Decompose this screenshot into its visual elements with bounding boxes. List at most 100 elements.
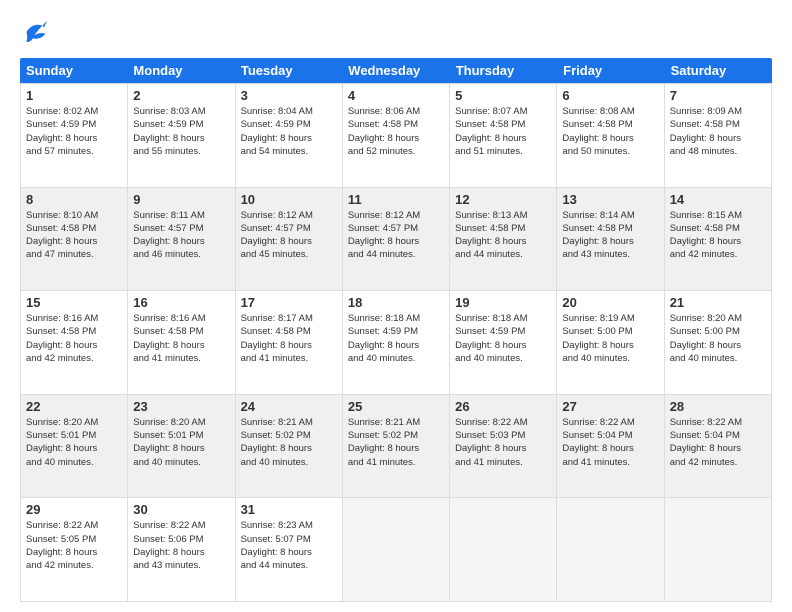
header-day-sunday: Sunday bbox=[20, 58, 127, 83]
day-number-22: 22 bbox=[26, 399, 122, 414]
header-day-wednesday: Wednesday bbox=[342, 58, 449, 83]
day-2-details: Sunrise: 8:03 AMSunset: 4:59 PMDaylight:… bbox=[133, 105, 229, 158]
day-number-31: 31 bbox=[241, 502, 337, 517]
day-25: 25 Sunrise: 8:21 AMSunset: 5:02 PMDayligh… bbox=[343, 395, 450, 498]
day-number-5: 5 bbox=[455, 88, 551, 103]
day-number-29: 29 bbox=[26, 502, 122, 517]
week-row-4: 22 Sunrise: 8:20 AMSunset: 5:01 PMDayligh… bbox=[21, 394, 772, 498]
day-5-details: Sunrise: 8:07 AMSunset: 4:58 PMDaylight:… bbox=[455, 105, 551, 158]
day-24: 24 Sunrise: 8:21 AMSunset: 5:02 PMDayligh… bbox=[236, 395, 343, 498]
day-13-details: Sunrise: 8:14 AMSunset: 4:58 PMDaylight:… bbox=[562, 209, 658, 262]
day-30-details: Sunrise: 8:22 AMSunset: 5:06 PMDaylight:… bbox=[133, 519, 229, 572]
day-number-21: 21 bbox=[670, 295, 766, 310]
day-number-26: 26 bbox=[455, 399, 551, 414]
day-20: 20Sunrise: 8:19 AMSunset: 5:00 PMDayligh… bbox=[557, 291, 664, 394]
week-row-2: 8Sunrise: 8:10 AMSunset: 4:58 PMDaylight… bbox=[21, 187, 772, 291]
week-row-5: 29 Sunrise: 8:22 AMSunset: 5:05 PMDayligh… bbox=[21, 497, 772, 601]
day-number-10: 10 bbox=[241, 192, 337, 207]
day-number-7: 7 bbox=[670, 88, 766, 103]
day-30: 30 Sunrise: 8:22 AMSunset: 5:06 PMDayligh… bbox=[128, 498, 235, 601]
day-21-details: Sunrise: 8:20 AMSunset: 5:00 PMDaylight:… bbox=[670, 312, 766, 365]
day-9-details: Sunrise: 8:11 AMSunset: 4:57 PMDaylight:… bbox=[133, 209, 229, 262]
day-24-details: Sunrise: 8:21 AMSunset: 5:02 PMDaylight:… bbox=[241, 416, 337, 469]
week-row-1: 1Sunrise: 8:02 AMSunset: 4:59 PMDaylight… bbox=[21, 83, 772, 187]
day-9: 9 Sunrise: 8:11 AMSunset: 4:57 PMDaylight… bbox=[128, 188, 235, 291]
day-31: 31 Sunrise: 8:23 AMSunset: 5:07 PMDayligh… bbox=[236, 498, 343, 601]
day-25-details: Sunrise: 8:21 AMSunset: 5:02 PMDaylight:… bbox=[348, 416, 444, 469]
day-number-17: 17 bbox=[241, 295, 337, 310]
day-18-details: Sunrise: 8:18 AMSunset: 4:59 PMDaylight:… bbox=[348, 312, 444, 365]
day-3-details: Sunrise: 8:04 AMSunset: 4:59 PMDaylight:… bbox=[241, 105, 337, 158]
day-28-details: Sunrise: 8:22 AMSunset: 5:04 PMDaylight:… bbox=[670, 416, 766, 469]
day-22-details: Sunrise: 8:20 AMSunset: 5:01 PMDaylight:… bbox=[26, 416, 122, 469]
empty-cell bbox=[665, 498, 772, 601]
day-number-28: 28 bbox=[670, 399, 766, 414]
day-number-30: 30 bbox=[133, 502, 229, 517]
day-6: 6Sunrise: 8:08 AMSunset: 4:58 PMDaylight… bbox=[557, 84, 664, 187]
calendar-body: 1Sunrise: 8:02 AMSunset: 4:59 PMDaylight… bbox=[20, 83, 772, 602]
day-6-details: Sunrise: 8:08 AMSunset: 4:58 PMDaylight:… bbox=[562, 105, 658, 158]
day-number-25: 25 bbox=[348, 399, 444, 414]
day-number-14: 14 bbox=[670, 192, 766, 207]
day-16-details: Sunrise: 8:16 AMSunset: 4:58 PMDaylight:… bbox=[133, 312, 229, 365]
day-number-3: 3 bbox=[241, 88, 337, 103]
day-23: 23 Sunrise: 8:20 AMSunset: 5:01 PMDayligh… bbox=[128, 395, 235, 498]
empty-cell bbox=[557, 498, 664, 601]
day-4-details: Sunrise: 8:06 AMSunset: 4:58 PMDaylight:… bbox=[348, 105, 444, 158]
day-26: 26 Sunrise: 8:22 AMSunset: 5:03 PMDayligh… bbox=[450, 395, 557, 498]
day-number-2: 2 bbox=[133, 88, 229, 103]
day-22: 22 Sunrise: 8:20 AMSunset: 5:01 PMDayligh… bbox=[21, 395, 128, 498]
day-number-23: 23 bbox=[133, 399, 229, 414]
day-28: 28 Sunrise: 8:22 AMSunset: 5:04 PMDayligh… bbox=[665, 395, 772, 498]
day-number-11: 11 bbox=[348, 192, 444, 207]
day-number-12: 12 bbox=[455, 192, 551, 207]
day-number-13: 13 bbox=[562, 192, 658, 207]
calendar: SundayMondayTuesdayWednesdayThursdayFrid… bbox=[20, 58, 772, 602]
day-10-details: Sunrise: 8:12 AMSunset: 4:57 PMDaylight:… bbox=[241, 209, 337, 262]
empty-cell bbox=[450, 498, 557, 601]
header bbox=[20, 16, 772, 48]
day-26-details: Sunrise: 8:22 AMSunset: 5:03 PMDaylight:… bbox=[455, 416, 551, 469]
logo-icon bbox=[20, 16, 52, 48]
header-day-tuesday: Tuesday bbox=[235, 58, 342, 83]
day-number-27: 27 bbox=[562, 399, 658, 414]
day-11-details: Sunrise: 8:12 AMSunset: 4:57 PMDaylight:… bbox=[348, 209, 444, 262]
day-16: 16 Sunrise: 8:16 AMSunset: 4:58 PMDayligh… bbox=[128, 291, 235, 394]
day-number-24: 24 bbox=[241, 399, 337, 414]
day-number-1: 1 bbox=[26, 88, 122, 103]
header-day-saturday: Saturday bbox=[665, 58, 772, 83]
day-12-details: Sunrise: 8:13 AMSunset: 4:58 PMDaylight:… bbox=[455, 209, 551, 262]
day-21: 21 Sunrise: 8:20 AMSunset: 5:00 PMDayligh… bbox=[665, 291, 772, 394]
day-31-details: Sunrise: 8:23 AMSunset: 5:07 PMDaylight:… bbox=[241, 519, 337, 572]
day-10: 10 Sunrise: 8:12 AMSunset: 4:57 PMDayligh… bbox=[236, 188, 343, 291]
day-17-details: Sunrise: 8:17 AMSunset: 4:58 PMDaylight:… bbox=[241, 312, 337, 365]
day-14: 14Sunrise: 8:15 AMSunset: 4:58 PMDayligh… bbox=[665, 188, 772, 291]
day-number-18: 18 bbox=[348, 295, 444, 310]
day-7: 7Sunrise: 8:09 AMSunset: 4:58 PMDaylight… bbox=[665, 84, 772, 187]
day-27-details: Sunrise: 8:22 AMSunset: 5:04 PMDaylight:… bbox=[562, 416, 658, 469]
day-29-details: Sunrise: 8:22 AMSunset: 5:05 PMDaylight:… bbox=[26, 519, 122, 572]
day-17: 17 Sunrise: 8:17 AMSunset: 4:58 PMDayligh… bbox=[236, 291, 343, 394]
day-number-9: 9 bbox=[133, 192, 229, 207]
day-number-15: 15 bbox=[26, 295, 122, 310]
day-15-details: Sunrise: 8:16 AMSunset: 4:58 PMDaylight:… bbox=[26, 312, 122, 365]
day-8: 8Sunrise: 8:10 AMSunset: 4:58 PMDaylight… bbox=[21, 188, 128, 291]
day-13: 13 Sunrise: 8:14 AMSunset: 4:58 PMDayligh… bbox=[557, 188, 664, 291]
day-18: 18 Sunrise: 8:18 AMSunset: 4:59 PMDayligh… bbox=[343, 291, 450, 394]
day-23-details: Sunrise: 8:20 AMSunset: 5:01 PMDaylight:… bbox=[133, 416, 229, 469]
day-1: 1Sunrise: 8:02 AMSunset: 4:59 PMDaylight… bbox=[21, 84, 128, 187]
day-3: 3 Sunrise: 8:04 AMSunset: 4:59 PMDaylight… bbox=[236, 84, 343, 187]
day-11: 11 Sunrise: 8:12 AMSunset: 4:57 PMDayligh… bbox=[343, 188, 450, 291]
header-day-monday: Monday bbox=[127, 58, 234, 83]
empty-cell bbox=[343, 498, 450, 601]
day-15: 15 Sunrise: 8:16 AMSunset: 4:58 PMDayligh… bbox=[21, 291, 128, 394]
day-19-details: Sunrise: 8:18 AMSunset: 4:59 PMDaylight:… bbox=[455, 312, 551, 365]
day-8-details: Sunrise: 8:10 AMSunset: 4:58 PMDaylight:… bbox=[26, 209, 122, 262]
header-day-friday: Friday bbox=[557, 58, 664, 83]
day-number-16: 16 bbox=[133, 295, 229, 310]
page-container: SundayMondayTuesdayWednesdayThursdayFrid… bbox=[0, 0, 792, 612]
day-number-4: 4 bbox=[348, 88, 444, 103]
day-4: 4 Sunrise: 8:06 AMSunset: 4:58 PMDaylight… bbox=[343, 84, 450, 187]
day-number-19: 19 bbox=[455, 295, 551, 310]
day-29: 29 Sunrise: 8:22 AMSunset: 5:05 PMDayligh… bbox=[21, 498, 128, 601]
